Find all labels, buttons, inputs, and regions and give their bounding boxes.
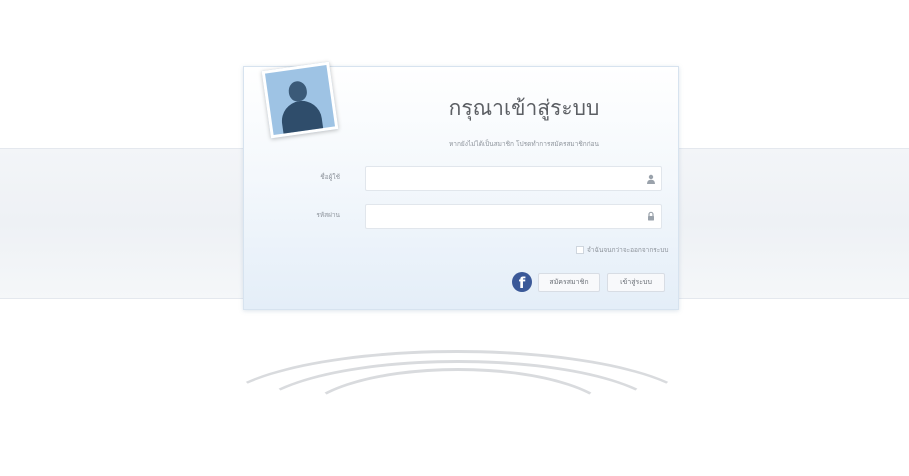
page-title: กรุณาเข้าสู่ระบบ: [448, 96, 600, 120]
decorative-arc: [300, 368, 616, 474]
remember-me[interactable]: จำฉันจนกว่าจะออกจากระบบ: [576, 245, 669, 255]
password-label: รหัสผ่าน: [316, 211, 340, 219]
avatar-shoulders: [279, 98, 324, 138]
avatar-head: [287, 80, 309, 103]
username-label: ชื่อผู้ใช้: [320, 173, 340, 181]
remember-label: จำฉันจนกว่าจะออกจากระบบ: [587, 246, 669, 254]
facebook-icon[interactable]: f: [512, 272, 532, 292]
lock-icon: [648, 211, 654, 221]
register-button[interactable]: สมัครสมาชิก: [538, 273, 600, 292]
avatar-photo: [261, 61, 339, 139]
user-icon: [647, 174, 655, 184]
login-button[interactable]: เข้าสู่ระบบ: [607, 273, 665, 292]
username-input[interactable]: [365, 166, 662, 191]
login-subtitle: หากยังไม่ได้เป็นสมาชิก โปรดทำการสมัครสมา…: [449, 140, 599, 148]
password-input[interactable]: [365, 204, 662, 229]
remember-checkbox[interactable]: [576, 246, 584, 254]
